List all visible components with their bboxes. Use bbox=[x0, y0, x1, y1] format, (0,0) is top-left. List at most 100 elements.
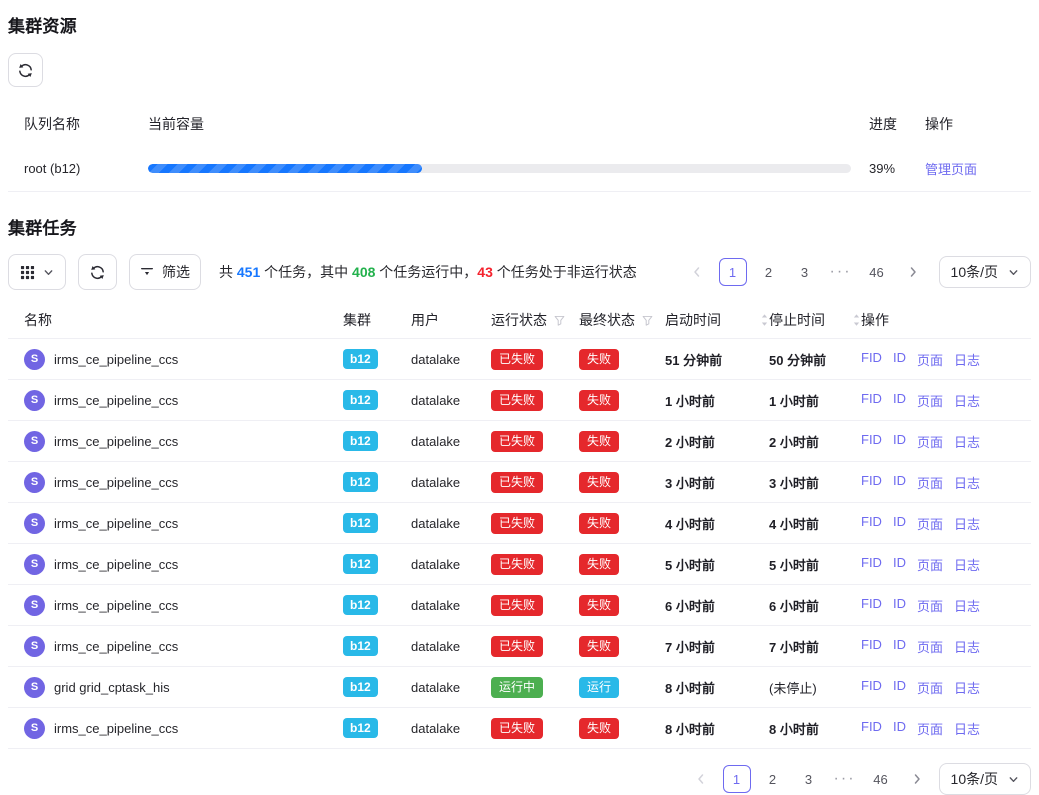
pagination-page-3[interactable]: 3 bbox=[795, 765, 823, 793]
run-status-badge: 已失败 bbox=[491, 718, 543, 739]
queue-name: root (b12) bbox=[24, 161, 148, 176]
task-name-cell: S irms_ce_pipeline_ccs bbox=[24, 718, 343, 739]
run-status-filter-icon[interactable] bbox=[553, 314, 566, 327]
op-link-page[interactable]: 页面 bbox=[917, 555, 943, 574]
op-link-page[interactable]: 页面 bbox=[917, 432, 943, 451]
tasks-refresh-button[interactable] bbox=[78, 254, 117, 290]
op-link-id[interactable]: ID bbox=[893, 678, 906, 697]
col-cluster: 集群 bbox=[343, 310, 411, 330]
chevron-left-icon bbox=[695, 773, 707, 785]
pagination-page-46[interactable]: 46 bbox=[867, 765, 895, 793]
capacity-progress-fill bbox=[148, 164, 422, 173]
op-link-fid[interactable]: FID bbox=[861, 555, 882, 574]
user-name: datalake bbox=[411, 680, 491, 695]
op-link-page[interactable]: 页面 bbox=[917, 473, 943, 492]
op-link-log[interactable]: 日志 bbox=[954, 719, 980, 738]
op-link-fid[interactable]: FID bbox=[861, 719, 882, 738]
op-link-id[interactable]: ID bbox=[893, 555, 906, 574]
pagination-next[interactable] bbox=[899, 258, 927, 286]
op-link-id[interactable]: ID bbox=[893, 350, 906, 369]
pagination-page-46[interactable]: 46 bbox=[863, 258, 891, 286]
op-link-page[interactable]: 页面 bbox=[917, 596, 943, 615]
op-link-log[interactable]: 日志 bbox=[954, 596, 980, 615]
start-time-sort-icon[interactable] bbox=[760, 313, 769, 327]
summary-count: 451 bbox=[237, 264, 260, 280]
pagination-ellipsis[interactable]: ··· bbox=[827, 263, 855, 281]
user-name: datalake bbox=[411, 434, 491, 449]
op-link-fid[interactable]: FID bbox=[861, 637, 882, 656]
op-link-page[interactable]: 页面 bbox=[917, 678, 943, 697]
op-link-id[interactable]: ID bbox=[893, 637, 906, 656]
user-name: datalake bbox=[411, 639, 491, 654]
pagination-page-1[interactable]: 1 bbox=[719, 258, 747, 286]
spark-avatar: S bbox=[24, 718, 45, 739]
pagination-page-2[interactable]: 2 bbox=[759, 765, 787, 793]
manage-page-link[interactable]: 管理页面 bbox=[925, 162, 977, 177]
summary-text: 个任务运行中， bbox=[375, 264, 477, 280]
task-name: irms_ce_pipeline_ccs bbox=[54, 475, 178, 490]
run-status-badge: 已失败 bbox=[491, 472, 543, 493]
op-link-fid[interactable]: FID bbox=[861, 678, 882, 697]
op-link-id[interactable]: ID bbox=[893, 391, 906, 410]
op-link-id[interactable]: ID bbox=[893, 719, 906, 738]
op-link-fid[interactable]: FID bbox=[861, 473, 882, 492]
op-link-log[interactable]: 日志 bbox=[954, 514, 980, 533]
op-link-page[interactable]: 页面 bbox=[917, 637, 943, 656]
op-link-page[interactable]: 页面 bbox=[917, 350, 943, 369]
run-status-badge: 已失败 bbox=[491, 595, 543, 616]
summary-count: 43 bbox=[477, 264, 493, 280]
page-size-select[interactable]: 10条/页 bbox=[939, 256, 1031, 288]
cluster-badge: b12 bbox=[343, 718, 378, 738]
op-link-fid[interactable]: FID bbox=[861, 596, 882, 615]
task-row: S irms_ce_pipeline_ccs b12 datalake 已失败 … bbox=[8, 380, 1031, 421]
filter-button[interactable]: 筛选 bbox=[129, 254, 201, 290]
op-link-id[interactable]: ID bbox=[893, 432, 906, 451]
run-status-badge: 已失败 bbox=[491, 513, 543, 534]
op-link-page[interactable]: 页面 bbox=[917, 719, 943, 738]
op-link-log[interactable]: 日志 bbox=[954, 391, 980, 410]
op-link-fid[interactable]: FID bbox=[861, 432, 882, 451]
pagination-prev[interactable] bbox=[687, 765, 715, 793]
resources-refresh-button[interactable] bbox=[8, 53, 43, 87]
task-row: S irms_ce_pipeline_ccs b12 datalake 已失败 … bbox=[8, 503, 1031, 544]
task-table-body: S irms_ce_pipeline_ccs b12 datalake 已失败 … bbox=[8, 339, 1031, 749]
op-link-log[interactable]: 日志 bbox=[954, 432, 980, 451]
op-link-page[interactable]: 页面 bbox=[917, 391, 943, 410]
pagination-ellipsis[interactable]: ··· bbox=[831, 770, 859, 788]
row-actions: FID ID 页面日志 bbox=[861, 473, 1015, 492]
op-link-fid[interactable]: FID bbox=[861, 350, 882, 369]
pagination-page-1[interactable]: 1 bbox=[723, 765, 751, 793]
op-link-id[interactable]: ID bbox=[893, 514, 906, 533]
op-link-page[interactable]: 页面 bbox=[917, 514, 943, 533]
final-status-badge: 失败 bbox=[579, 554, 619, 575]
pagination-page-3[interactable]: 3 bbox=[791, 258, 819, 286]
col-name: 名称 bbox=[24, 310, 343, 330]
page-size-select[interactable]: 10条/页 bbox=[939, 763, 1031, 795]
pagination-next[interactable] bbox=[903, 765, 931, 793]
final-status-filter-icon[interactable] bbox=[641, 314, 654, 327]
stop-time-sort-icon[interactable] bbox=[852, 313, 861, 327]
queue-table: 队列名称 当前容量 进度 操作 root (b12) 39% 管理页面 bbox=[8, 103, 1031, 192]
start-time: 8 小时前 bbox=[665, 678, 769, 697]
op-link-log[interactable]: 日志 bbox=[954, 678, 980, 697]
op-link-log[interactable]: 日志 bbox=[954, 473, 980, 492]
summary-text: 共 bbox=[219, 264, 237, 280]
chevron-down-icon bbox=[1008, 774, 1019, 785]
spark-avatar: S bbox=[24, 513, 45, 534]
task-name-cell: S irms_ce_pipeline_ccs bbox=[24, 513, 343, 534]
run-status-badge: 运行中 bbox=[491, 677, 543, 698]
op-link-id[interactable]: ID bbox=[893, 473, 906, 492]
column-settings-button[interactable] bbox=[8, 254, 66, 290]
op-link-log[interactable]: 日志 bbox=[954, 637, 980, 656]
task-row: S irms_ce_pipeline_ccs b12 datalake 已失败 … bbox=[8, 544, 1031, 585]
filter-button-label: 筛选 bbox=[162, 262, 190, 282]
row-actions: FID ID 页面日志 bbox=[861, 719, 1015, 738]
op-link-id[interactable]: ID bbox=[893, 596, 906, 615]
op-link-log[interactable]: 日志 bbox=[954, 350, 980, 369]
op-link-fid[interactable]: FID bbox=[861, 391, 882, 410]
pagination-page-2[interactable]: 2 bbox=[755, 258, 783, 286]
pagination-prev[interactable] bbox=[683, 258, 711, 286]
col-action: 操作 bbox=[925, 114, 1015, 134]
op-link-log[interactable]: 日志 bbox=[954, 555, 980, 574]
op-link-fid[interactable]: FID bbox=[861, 514, 882, 533]
